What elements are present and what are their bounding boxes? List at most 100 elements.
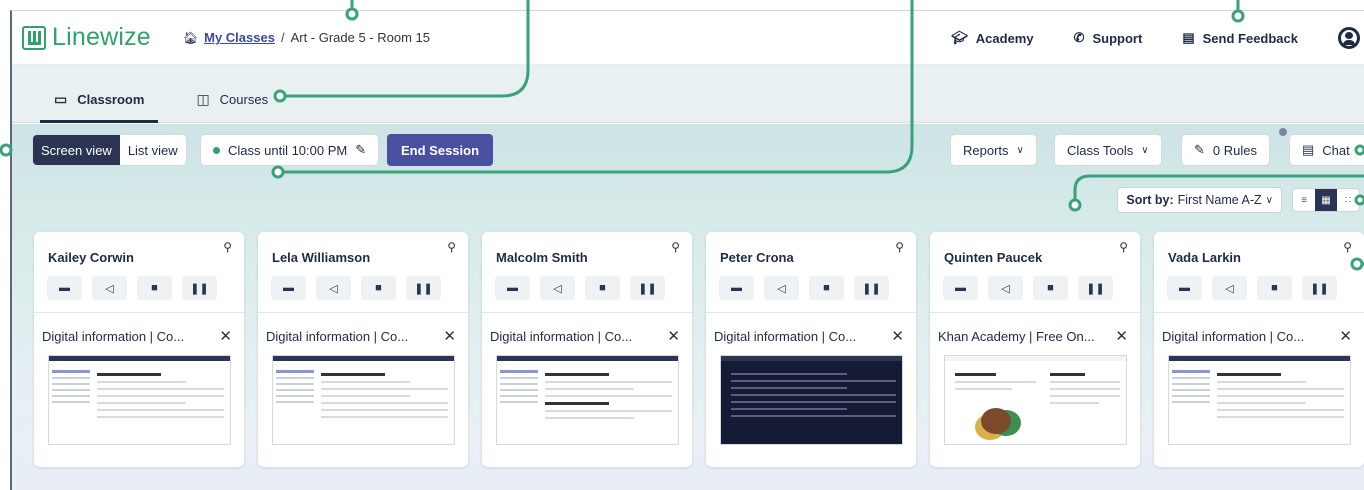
brand-name: Linewize xyxy=(52,23,151,51)
sort-dropdown[interactable]: Sort by: First Name A-Z ∨ xyxy=(1117,187,1282,213)
screen-view-button[interactable]: Screen view xyxy=(33,135,120,165)
student-name: Peter Crona xyxy=(720,250,794,265)
pause-icon[interactable]: ❚❚ xyxy=(406,276,441,300)
pause-icon[interactable]: ❚❚ xyxy=(854,276,889,300)
announce-icon[interactable]: ◁ xyxy=(764,276,799,300)
status-dot xyxy=(213,146,220,154)
screen-thumbnail[interactable] xyxy=(48,355,231,445)
pin-icon[interactable]: ⚲ xyxy=(223,240,232,254)
pause-icon[interactable]: ❚❚ xyxy=(1302,276,1337,300)
rules-button[interactable]: ✎ 0 Rules xyxy=(1181,134,1270,166)
student-card[interactable]: Lela Williamson ⚲ ▬ ◁ ■ ❚❚ Digital infor… xyxy=(258,232,468,467)
app-window: Linewize 🏠︎ My Classes / Art - Grade 5 -… xyxy=(10,10,1364,490)
screen-thumbnail[interactable] xyxy=(944,355,1127,445)
sort-label: Sort by: xyxy=(1126,193,1174,207)
lock-screen-icon[interactable]: ■ xyxy=(361,276,396,300)
academy-label: Academy xyxy=(975,30,1034,46)
khan-illustration xyxy=(981,408,1011,434)
class-until-button[interactable]: Class until 10:00 PM ✎ xyxy=(200,134,380,166)
open-tab-title: Digital information | Co... xyxy=(266,329,409,344)
tab-classroom[interactable]: ▭ Classroom xyxy=(40,91,159,123)
screen-thumbnail[interactable] xyxy=(272,355,455,445)
reports-dropdown[interactable]: Reports ∨ xyxy=(950,134,1037,166)
message-icon[interactable]: ▬ xyxy=(47,276,82,300)
announce-icon[interactable]: ◁ xyxy=(540,276,575,300)
user-avatar-icon[interactable] xyxy=(1338,27,1360,49)
graduation-cap-icon: 🎓︎ xyxy=(951,30,968,45)
linewize-logo-icon xyxy=(22,25,46,50)
lock-screen-icon[interactable]: ■ xyxy=(1033,276,1068,300)
message-icon[interactable]: ▬ xyxy=(495,276,530,300)
class-until-label: Class until 10:00 PM xyxy=(228,142,348,158)
courses-icon: ◫ xyxy=(196,91,210,107)
message-icon[interactable]: ▬ xyxy=(719,276,754,300)
pencil-icon: ✎ xyxy=(355,142,367,157)
academy-link[interactable]: 🎓︎ Academy xyxy=(951,30,1033,46)
send-feedback-link[interactable]: ▤ Send Feedback xyxy=(1182,30,1298,46)
close-tab-icon[interactable]: ✕ xyxy=(1339,327,1352,345)
student-card[interactable]: Quinten Paucek ⚲ ▬ ◁ ■ ❚❚ Khan Academy |… xyxy=(930,232,1140,467)
session-toolbar: Screen view List view Class until 10:00 … xyxy=(12,134,1364,166)
close-tab-icon[interactable]: ✕ xyxy=(443,327,456,345)
screen-thumbnail[interactable] xyxy=(496,355,679,445)
announce-icon[interactable]: ◁ xyxy=(988,276,1023,300)
lock-screen-icon[interactable]: ■ xyxy=(809,276,844,300)
class-tools-dropdown[interactable]: Class Tools ∨ xyxy=(1054,134,1162,166)
chat-icon: ▤ xyxy=(1302,142,1315,157)
home-icon[interactable]: 🏠︎ xyxy=(183,31,198,45)
sort-value: First Name A-Z xyxy=(1177,193,1262,207)
announce-icon[interactable]: ◁ xyxy=(316,276,351,300)
pin-icon[interactable]: ⚲ xyxy=(895,240,904,254)
end-session-button[interactable]: End Session xyxy=(387,134,494,166)
open-tab-title: Digital information | Co... xyxy=(490,329,633,344)
pin-icon[interactable]: ⚲ xyxy=(447,240,456,254)
close-tab-icon[interactable]: ✕ xyxy=(1115,327,1128,345)
pause-icon[interactable]: ❚❚ xyxy=(1078,276,1113,300)
pause-icon[interactable]: ❚❚ xyxy=(630,276,665,300)
pin-icon[interactable]: ⚲ xyxy=(1343,240,1352,254)
phone-icon: ✆ xyxy=(1073,30,1085,45)
list-layout-icon[interactable]: ≡ xyxy=(1293,189,1315,211)
student-card[interactable]: Peter Crona ⚲ ▬ ◁ ■ ❚❚ Digital informati… xyxy=(706,232,916,467)
comment-icon: ▤ xyxy=(1182,30,1195,45)
message-icon[interactable]: ▬ xyxy=(271,276,306,300)
student-name: Quinten Paucek xyxy=(944,250,1043,265)
open-tab-title: Digital information | Co... xyxy=(1162,329,1305,344)
message-icon[interactable]: ▬ xyxy=(943,276,978,300)
tab-classroom-label: Classroom xyxy=(77,92,145,107)
close-tab-icon[interactable]: ✕ xyxy=(891,327,904,345)
tabs-row: ▭ Classroom ◫ Courses xyxy=(12,65,1364,123)
compact-grid-icon[interactable]: ∷ xyxy=(1337,189,1359,211)
screen-thumbnail[interactable] xyxy=(720,355,903,445)
close-tab-icon[interactable]: ✕ xyxy=(219,327,232,345)
lock-screen-icon[interactable]: ■ xyxy=(137,276,172,300)
student-card[interactable]: Malcolm Smith ⚲ ▬ ◁ ■ ❚❚ Digital informa… xyxy=(482,232,692,467)
pin-icon[interactable]: ⚲ xyxy=(1119,240,1128,254)
lock-screen-icon[interactable]: ■ xyxy=(585,276,620,300)
student-card[interactable]: Kailey Corwin ⚲ ▬ ◁ ■ ❚❚ Digital informa… xyxy=(34,232,244,467)
announce-icon[interactable]: ◁ xyxy=(1212,276,1247,300)
breadcrumb-my-classes[interactable]: My Classes xyxy=(204,30,275,45)
top-header: Linewize 🏠︎ My Classes / Art - Grade 5 -… xyxy=(12,11,1364,65)
tab-courses[interactable]: ◫ Courses xyxy=(182,91,282,122)
grid-layout-icon[interactable]: ▦ xyxy=(1315,189,1337,211)
chat-label: Chat xyxy=(1322,142,1350,158)
screen-thumbnail[interactable] xyxy=(1168,355,1351,445)
message-icon[interactable]: ▬ xyxy=(1167,276,1202,300)
chevron-down-icon: ∨ xyxy=(1016,144,1024,156)
announce-icon[interactable]: ◁ xyxy=(92,276,127,300)
lock-screen-icon[interactable]: ■ xyxy=(1257,276,1292,300)
support-link[interactable]: ✆ Support xyxy=(1074,30,1143,46)
linewize-logo[interactable]: Linewize xyxy=(22,25,151,50)
list-view-button[interactable]: List view xyxy=(120,135,186,165)
student-name: Malcolm Smith xyxy=(496,250,588,265)
open-tab-title: Khan Academy | Free On... xyxy=(938,329,1095,344)
student-card[interactable]: Vada Larkin ⚲ ▬ ◁ ■ ❚❚ Digital informati… xyxy=(1154,232,1364,467)
tab-courses-label: Courses xyxy=(219,92,269,107)
chat-button[interactable]: ▤ Chat xyxy=(1289,134,1364,166)
close-tab-icon[interactable]: ✕ xyxy=(667,327,680,345)
class-tools-label: Class Tools xyxy=(1067,142,1134,158)
classroom-main: Screen view List view Class until 10:00 … xyxy=(12,124,1364,490)
pause-icon[interactable]: ❚❚ xyxy=(182,276,217,300)
pin-icon[interactable]: ⚲ xyxy=(671,240,680,254)
